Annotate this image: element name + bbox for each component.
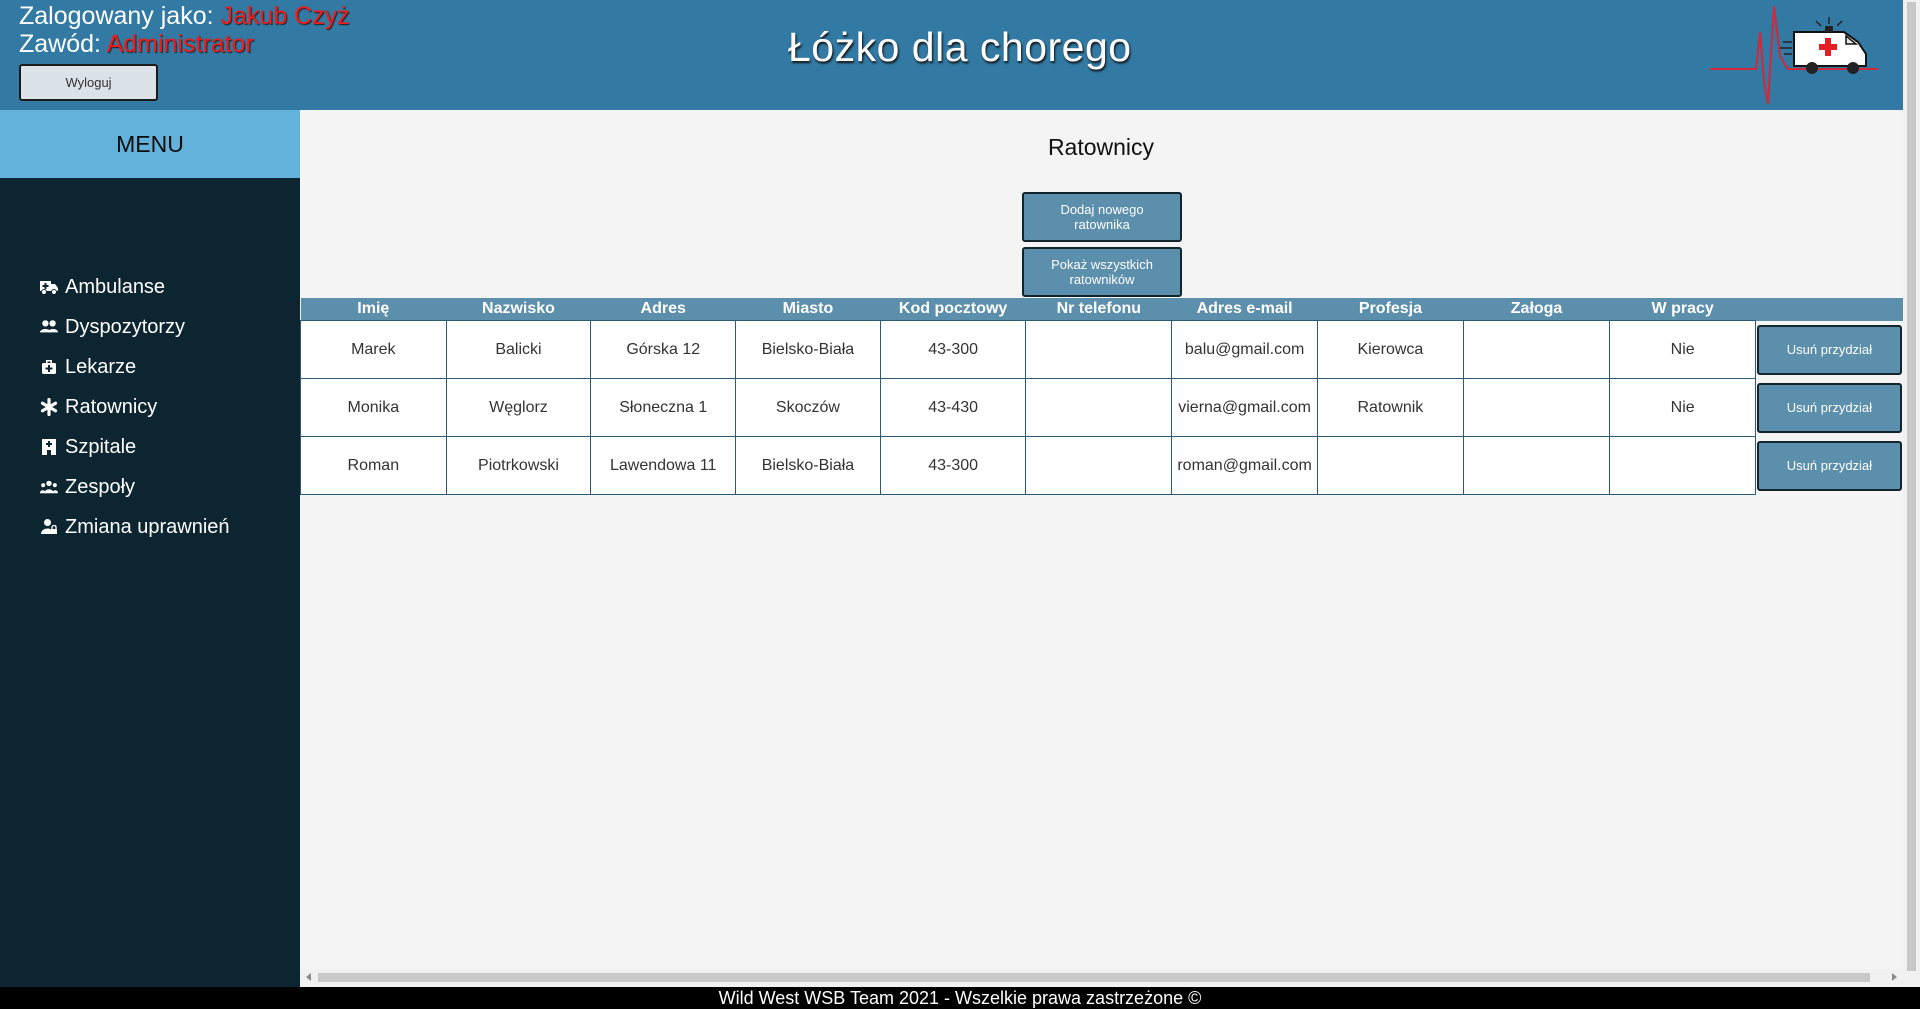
column-header-imie: Imię bbox=[300, 298, 447, 321]
cell-profesja bbox=[1317, 436, 1464, 495]
logged-user-line: Zalogowany jako: Jakub Czyż bbox=[19, 1, 350, 31]
column-header-kod-pocztowy: Kod pocztowy bbox=[880, 298, 1026, 321]
cell-actions: Usuń przydział bbox=[1755, 320, 1903, 379]
cell-nr-telefonu bbox=[1025, 378, 1173, 437]
column-header-nazwisko: Nazwisko bbox=[446, 298, 591, 321]
cell-nazwisko: Węglorz bbox=[445, 378, 592, 437]
cell-actions: Usuń przydział bbox=[1755, 378, 1903, 437]
table-row: Roman Piotrkowski Lawendowa 11 Bielsko-B… bbox=[300, 436, 1903, 495]
cell-nr-telefonu bbox=[1025, 320, 1173, 379]
cell-zaloga bbox=[1462, 320, 1611, 379]
cell-w-pracy bbox=[1609, 436, 1756, 495]
vertical-scroll-thumb[interactable] bbox=[1907, 2, 1916, 971]
app-header: Zalogowany jako: Jakub Czyż Zawód: Admin… bbox=[0, 0, 1903, 110]
sidebar-item-label: Ratownicy bbox=[65, 395, 158, 418]
show-all-rescuers-button[interactable]: Pokaż wszystkich ratowników bbox=[1022, 247, 1182, 297]
sidebar-item-ambulanse[interactable]: Ambulanse bbox=[40, 272, 165, 302]
table-header-row: Imię Nazwisko Adres Miasto Kod pocztowy … bbox=[300, 298, 1903, 321]
profession-value: Administrator bbox=[106, 30, 254, 58]
sidebar-item-zmiana-uprawnien[interactable]: Zmiana uprawnień bbox=[40, 512, 230, 542]
cell-actions: Usuń przydział bbox=[1755, 436, 1903, 495]
app-title: Łóżko dla chorego bbox=[788, 24, 1132, 70]
cell-w-pracy: Nie bbox=[1609, 320, 1756, 379]
remove-assignment-button[interactable]: Usuń przydział bbox=[1756, 382, 1902, 433]
cell-imie: Marek bbox=[300, 320, 447, 379]
hospital-icon bbox=[40, 437, 58, 457]
cell-kod-pocztowy: 43-430 bbox=[879, 378, 1027, 437]
column-header-miasto: Miasto bbox=[735, 298, 881, 321]
column-header-nr-telefonu: Nr telefonu bbox=[1025, 298, 1172, 321]
sidebar-item-label: Lekarze bbox=[65, 355, 137, 378]
cell-nazwisko: Piotrkowski bbox=[445, 436, 592, 495]
user-lock-icon bbox=[40, 517, 58, 537]
team-icon bbox=[40, 477, 58, 497]
column-header-actions bbox=[1755, 298, 1903, 321]
cell-kod-pocztowy: 43-300 bbox=[879, 320, 1027, 379]
logged-user-name: Jakub Czyż bbox=[220, 2, 350, 30]
remove-assignment-button[interactable]: Usuń przydział bbox=[1756, 440, 1902, 491]
cell-miasto: Bielsko-Biała bbox=[735, 320, 881, 379]
ambulance-icon bbox=[40, 277, 58, 297]
column-header-w-pracy: W pracy bbox=[1609, 298, 1756, 321]
page-title: Ratownicy bbox=[1047, 134, 1155, 160]
asterisk-icon bbox=[40, 397, 58, 417]
logged-as-label: Zalogowany jako: bbox=[19, 2, 214, 30]
users-icon bbox=[40, 317, 58, 337]
menu-header: MENU bbox=[0, 110, 300, 178]
profession-line: Zawód: Administrator bbox=[19, 29, 254, 59]
sidebar-item-label: Ambulanse bbox=[65, 275, 166, 298]
cell-nazwisko: Balicki bbox=[445, 320, 592, 379]
scroll-left-icon[interactable] bbox=[306, 973, 311, 981]
rescuers-table: Imię Nazwisko Adres Miasto Kod pocztowy … bbox=[300, 298, 1903, 495]
cell-profesja: Kierowca bbox=[1317, 320, 1464, 379]
vertical-scrollbar[interactable] bbox=[1903, 0, 1920, 987]
scroll-right-icon[interactable] bbox=[1892, 973, 1897, 981]
cell-adres-email: roman@gmail.com bbox=[1171, 436, 1319, 495]
logout-button[interactable]: Wyloguj bbox=[19, 64, 158, 101]
sidebar-item-dyspozytorzy[interactable]: Dyspozytorzy bbox=[40, 312, 185, 342]
cell-imie: Monika bbox=[300, 378, 447, 437]
sidebar-item-ratownicy[interactable]: Ratownicy bbox=[40, 392, 157, 422]
ambulance-heartbeat-logo bbox=[1710, 5, 1878, 105]
cell-nr-telefonu bbox=[1025, 436, 1173, 495]
cell-zaloga bbox=[1462, 378, 1611, 437]
sidebar-item-szpitale[interactable]: Szpitale bbox=[40, 432, 136, 462]
column-header-adres: Adres bbox=[590, 298, 736, 321]
column-header-profesja: Profesja bbox=[1317, 298, 1464, 321]
cell-adres: Górska 12 bbox=[590, 320, 737, 379]
cell-adres-email: vierna@gmail.com bbox=[1171, 378, 1319, 437]
sidebar-item-zespoly[interactable]: Zespoły bbox=[40, 472, 135, 502]
profession-label: Zawód: bbox=[19, 30, 101, 58]
cell-imie: Roman bbox=[300, 436, 447, 495]
sidebar-item-lekarze[interactable]: Lekarze bbox=[40, 352, 136, 382]
sidebar-item-label: Zespoły bbox=[65, 475, 136, 498]
medkit-icon bbox=[40, 357, 58, 377]
cell-zaloga bbox=[1462, 436, 1611, 495]
column-header-adres-email: Adres e-mail bbox=[1171, 298, 1318, 321]
sidebar-item-label: Dyspozytorzy bbox=[65, 315, 186, 338]
sidebar: MENU Ambulanse Dyspozytorzy Lekarze Rato… bbox=[0, 110, 300, 987]
cell-kod-pocztowy: 43-300 bbox=[879, 436, 1027, 495]
column-header-zaloga: Załoga bbox=[1463, 298, 1610, 321]
cell-adres-email: balu@gmail.com bbox=[1171, 320, 1319, 379]
add-rescuer-button[interactable]: Dodaj nowego ratownika bbox=[1022, 192, 1182, 242]
table-row: Monika Węglorz Słoneczna 1 Skoczów 43-43… bbox=[300, 378, 1903, 437]
sidebar-item-label: Szpitale bbox=[65, 435, 137, 458]
horizontal-scroll-thumb[interactable] bbox=[318, 973, 1870, 982]
cell-w-pracy: Nie bbox=[1609, 378, 1756, 437]
cell-adres: Słoneczna 1 bbox=[590, 378, 737, 437]
cell-profesja: Ratownik bbox=[1317, 378, 1464, 437]
sidebar-item-label: Zmiana uprawnień bbox=[65, 515, 230, 538]
footer: Wild West WSB Team 2021 - Wszelkie prawa… bbox=[0, 987, 1920, 1009]
table-row: Marek Balicki Górska 12 Bielsko-Biała 43… bbox=[300, 320, 1903, 379]
cell-adres: Lawendowa 11 bbox=[590, 436, 737, 495]
cell-miasto: Bielsko-Biała bbox=[735, 436, 881, 495]
cell-miasto: Skoczów bbox=[735, 378, 881, 437]
main-content: Ratownicy Dodaj nowego ratownika Pokaż w… bbox=[300, 110, 1903, 987]
horizontal-scrollbar[interactable] bbox=[300, 969, 1903, 986]
remove-assignment-button[interactable]: Usuń przydział bbox=[1756, 324, 1902, 375]
